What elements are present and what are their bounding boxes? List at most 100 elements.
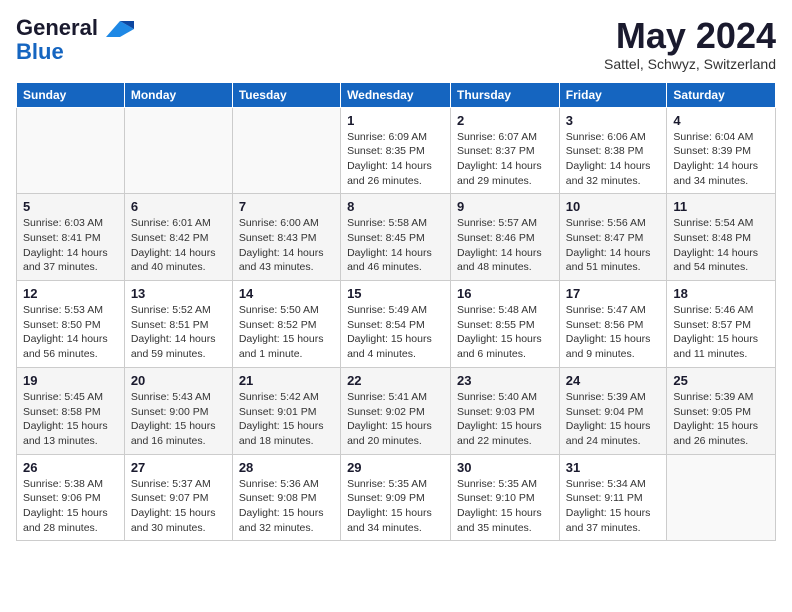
calendar-cell: 10 Sunrise: 5:56 AM Sunset: 8:47 PM Dayli…: [559, 194, 667, 281]
calendar-table: SundayMondayTuesdayWednesdayThursdayFrid…: [16, 82, 776, 542]
logo-icon: [106, 21, 134, 37]
day-number: 5: [23, 199, 118, 214]
day-info: Sunrise: 6:03 AM Sunset: 8:41 PM Dayligh…: [23, 216, 118, 275]
day-info: Sunrise: 6:06 AM Sunset: 8:38 PM Dayligh…: [566, 130, 661, 189]
day-info: Sunrise: 5:39 AM Sunset: 9:04 PM Dayligh…: [566, 390, 661, 449]
day-number: 19: [23, 373, 118, 388]
calendar-cell: 20Sunrise: 5:43 AM Sunset: 9:00 PM Dayli…: [124, 367, 232, 454]
calendar-cell: 29 Sunrise: 5:35 AM Sunset: 9:09 PM Dayli…: [341, 454, 451, 541]
day-number: 6: [131, 199, 226, 214]
calendar-cell: 26 Sunrise: 5:38 AM Sunset: 9:06 PM Dayli…: [17, 454, 125, 541]
calendar-cell: 6 Sunrise: 6:01 AM Sunset: 8:42 PM Daylig…: [124, 194, 232, 281]
day-info: Sunrise: 5:34 AM Sunset: 9:11 PM Dayligh…: [566, 477, 661, 536]
calendar-cell: 17 Sunrise: 5:47 AM Sunset: 8:56 PM Dayli…: [559, 281, 667, 368]
calendar-cell: 13 Sunrise: 5:52 AM Sunset: 8:51 PM Dayli…: [124, 281, 232, 368]
day-info: Sunrise: 5:52 AM Sunset: 8:51 PM Dayligh…: [131, 303, 226, 362]
day-number: 1: [347, 113, 444, 128]
day-number: 30: [457, 460, 553, 475]
calendar-cell: 31 Sunrise: 5:34 AM Sunset: 9:11 PM Dayli…: [559, 454, 667, 541]
column-header-sunday: Sunday: [17, 82, 125, 107]
day-info: Sunrise: 5:38 AM Sunset: 9:06 PM Dayligh…: [23, 477, 118, 536]
day-number: 26: [23, 460, 118, 475]
day-info: Sunrise: 5:40 AM Sunset: 9:03 PM Dayligh…: [457, 390, 553, 449]
day-number: 31: [566, 460, 661, 475]
day-info: Sunrise: 5:37 AM Sunset: 9:07 PM Dayligh…: [131, 477, 226, 536]
column-header-saturday: Saturday: [667, 82, 776, 107]
calendar-cell: 7 Sunrise: 6:00 AM Sunset: 8:43 PM Daylig…: [232, 194, 340, 281]
calendar-cell: 24 Sunrise: 5:39 AM Sunset: 9:04 PM Dayli…: [559, 367, 667, 454]
calendar-cell: [667, 454, 776, 541]
day-info: Sunrise: 5:57 AM Sunset: 8:46 PM Dayligh…: [457, 216, 553, 275]
day-number: 12: [23, 286, 118, 301]
calendar-cell: 28Sunrise: 5:36 AM Sunset: 9:08 PM Dayli…: [232, 454, 340, 541]
day-info: Sunrise: 5:54 AM Sunset: 8:48 PM Dayligh…: [673, 216, 769, 275]
day-number: 24: [566, 373, 661, 388]
calendar-cell: 4 Sunrise: 6:04 AM Sunset: 8:39 PM Daylig…: [667, 107, 776, 194]
day-number: 20: [131, 373, 226, 388]
calendar-cell: 3 Sunrise: 6:06 AM Sunset: 8:38 PM Daylig…: [559, 107, 667, 194]
day-number: 13: [131, 286, 226, 301]
column-header-monday: Monday: [124, 82, 232, 107]
day-info: Sunrise: 6:07 AM Sunset: 8:37 PM Dayligh…: [457, 130, 553, 189]
calendar-cell: 9Sunrise: 5:57 AM Sunset: 8:46 PM Daylig…: [451, 194, 560, 281]
month-title: May 2024: [604, 16, 776, 56]
calendar-cell: 25 Sunrise: 5:39 AM Sunset: 9:05 PM Dayli…: [667, 367, 776, 454]
column-header-thursday: Thursday: [451, 82, 560, 107]
column-header-wednesday: Wednesday: [341, 82, 451, 107]
day-info: Sunrise: 6:04 AM Sunset: 8:39 PM Dayligh…: [673, 130, 769, 189]
calendar-cell: [17, 107, 125, 194]
logo-blue-text: Blue: [16, 39, 64, 64]
calendar-cell: 27 Sunrise: 5:37 AM Sunset: 9:07 PM Dayli…: [124, 454, 232, 541]
day-info: Sunrise: 5:35 AM Sunset: 9:10 PM Dayligh…: [457, 477, 553, 536]
calendar-cell: 5 Sunrise: 6:03 AM Sunset: 8:41 PM Daylig…: [17, 194, 125, 281]
calendar-cell: 30 Sunrise: 5:35 AM Sunset: 9:10 PM Dayli…: [451, 454, 560, 541]
day-info: Sunrise: 5:45 AM Sunset: 8:58 PM Dayligh…: [23, 390, 118, 449]
day-number: 25: [673, 373, 769, 388]
calendar-cell: 23Sunrise: 5:40 AM Sunset: 9:03 PM Dayli…: [451, 367, 560, 454]
column-header-friday: Friday: [559, 82, 667, 107]
day-info: Sunrise: 6:09 AM Sunset: 8:35 PM Dayligh…: [347, 130, 444, 189]
location: Sattel, Schwyz, Switzerland: [604, 56, 776, 72]
day-number: 22: [347, 373, 444, 388]
calendar-cell: 8Sunrise: 5:58 AM Sunset: 8:45 PM Daylig…: [341, 194, 451, 281]
day-info: Sunrise: 5:56 AM Sunset: 8:47 PM Dayligh…: [566, 216, 661, 275]
calendar-cell: 11 Sunrise: 5:54 AM Sunset: 8:48 PM Dayli…: [667, 194, 776, 281]
day-info: Sunrise: 5:48 AM Sunset: 8:55 PM Dayligh…: [457, 303, 553, 362]
day-info: Sunrise: 5:50 AM Sunset: 8:52 PM Dayligh…: [239, 303, 334, 362]
calendar-week-1: 1 Sunrise: 6:09 AM Sunset: 8:35 PM Daylig…: [17, 107, 776, 194]
calendar-cell: 2 Sunrise: 6:07 AM Sunset: 8:37 PM Daylig…: [451, 107, 560, 194]
calendar-cell: 14 Sunrise: 5:50 AM Sunset: 8:52 PM Dayli…: [232, 281, 340, 368]
day-number: 7: [239, 199, 334, 214]
day-number: 10: [566, 199, 661, 214]
day-info: Sunrise: 5:53 AM Sunset: 8:50 PM Dayligh…: [23, 303, 118, 362]
day-info: Sunrise: 5:39 AM Sunset: 9:05 PM Dayligh…: [673, 390, 769, 449]
day-info: Sunrise: 5:42 AM Sunset: 9:01 PM Dayligh…: [239, 390, 334, 449]
day-info: Sunrise: 5:36 AM Sunset: 9:08 PM Dayligh…: [239, 477, 334, 536]
calendar-week-3: 12 Sunrise: 5:53 AM Sunset: 8:50 PM Dayli…: [17, 281, 776, 368]
day-number: 11: [673, 199, 769, 214]
day-number: 3: [566, 113, 661, 128]
calendar-cell: [232, 107, 340, 194]
calendar-cell: 22 Sunrise: 5:41 AM Sunset: 9:02 PM Dayli…: [341, 367, 451, 454]
logo: General Blue: [16, 16, 134, 64]
day-info: Sunrise: 5:47 AM Sunset: 8:56 PM Dayligh…: [566, 303, 661, 362]
day-info: Sunrise: 6:01 AM Sunset: 8:42 PM Dayligh…: [131, 216, 226, 275]
day-number: 29: [347, 460, 444, 475]
calendar-cell: 21 Sunrise: 5:42 AM Sunset: 9:01 PM Dayli…: [232, 367, 340, 454]
day-number: 16: [457, 286, 553, 301]
calendar-cell: 18Sunrise: 5:46 AM Sunset: 8:57 PM Dayli…: [667, 281, 776, 368]
day-info: Sunrise: 5:41 AM Sunset: 9:02 PM Dayligh…: [347, 390, 444, 449]
day-number: 2: [457, 113, 553, 128]
logo-text: General: [16, 16, 134, 40]
day-number: 27: [131, 460, 226, 475]
day-number: 14: [239, 286, 334, 301]
day-info: Sunrise: 5:46 AM Sunset: 8:57 PM Dayligh…: [673, 303, 769, 362]
day-number: 21: [239, 373, 334, 388]
day-number: 4: [673, 113, 769, 128]
day-number: 17: [566, 286, 661, 301]
calendar-header-row: SundayMondayTuesdayWednesdayThursdayFrid…: [17, 82, 776, 107]
calendar-cell: 12 Sunrise: 5:53 AM Sunset: 8:50 PM Dayli…: [17, 281, 125, 368]
day-info: Sunrise: 5:35 AM Sunset: 9:09 PM Dayligh…: [347, 477, 444, 536]
day-info: Sunrise: 6:00 AM Sunset: 8:43 PM Dayligh…: [239, 216, 334, 275]
calendar-week-4: 19 Sunrise: 5:45 AM Sunset: 8:58 PM Dayli…: [17, 367, 776, 454]
